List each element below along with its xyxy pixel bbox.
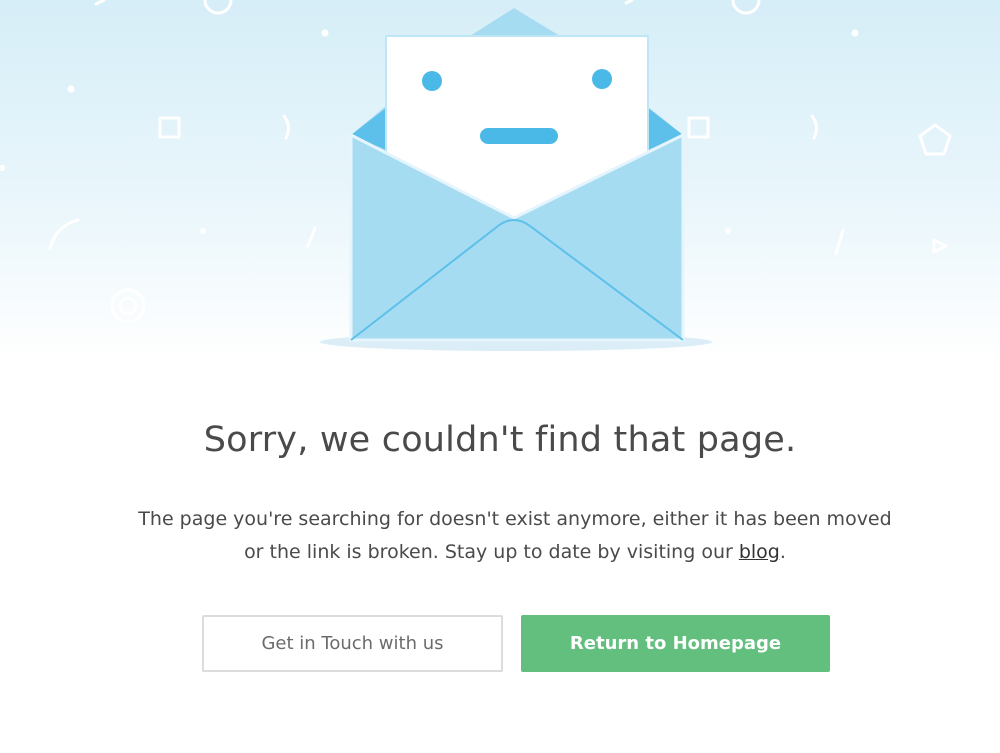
confetti-square-icon: [158, 116, 181, 139]
confetti-spiral-inner-icon: [118, 296, 138, 316]
letter-mouth-icon: [480, 128, 558, 144]
confetti-circle-icon: [731, 0, 761, 15]
hero-illustration-area: [0, 0, 1000, 360]
confetti-arc-icon: [48, 218, 80, 250]
confetti-dot-icon: [67, 85, 75, 93]
confetti-dash-icon: [94, 0, 106, 6]
error-message-end: .: [779, 541, 786, 563]
confetti-dot-icon: [725, 228, 731, 234]
letter-right-eye-icon: [592, 69, 612, 89]
confetti-pentagon-icon: [918, 123, 952, 156]
return-to-homepage-button[interactable]: Return to Homepage: [521, 615, 830, 672]
confetti-spiral-icon: [110, 288, 146, 324]
error-heading: Sorry, we couldn't find that page.: [203, 420, 797, 460]
confetti-dot-icon: [851, 29, 859, 37]
confetti-dot-icon: [0, 165, 5, 171]
confetti-arc-icon: [810, 114, 819, 140]
confetti-dash-icon: [834, 228, 845, 256]
get-in-touch-button[interactable]: Get in Touch with us: [202, 615, 503, 672]
confetti-arc-icon: [282, 114, 291, 140]
envelope-top-flap: [470, 8, 560, 36]
confetti-triangle-icon: [932, 238, 948, 254]
blog-link[interactable]: blog: [739, 541, 780, 563]
error-message: The page you're searching for doesn't ex…: [130, 503, 900, 569]
confetti-dot-icon: [200, 228, 206, 234]
envelope-illustration: [349, 8, 685, 342]
confetti-circle-icon: [203, 0, 233, 15]
letter-left-eye-icon: [422, 71, 442, 91]
